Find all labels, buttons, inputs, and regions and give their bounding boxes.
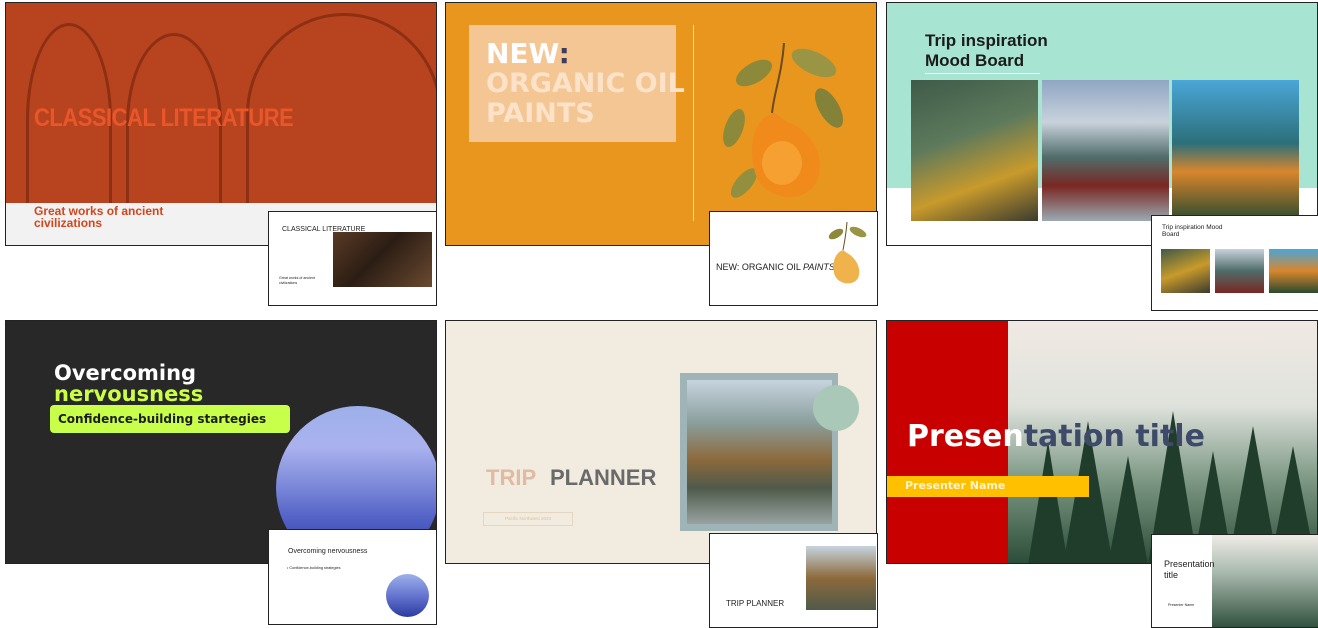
template-organic-oil-paints[interactable]: NEW: ORGANIC OIL PAINTS xyxy=(445,2,877,246)
pear-illustration-icon xyxy=(828,221,867,284)
thumbnail-organic-oil-paints[interactable]: NEW: ORGANIC OIL PAINTS xyxy=(709,211,878,306)
slide-title-word1: TRIP xyxy=(486,465,537,490)
decorative-circle xyxy=(813,385,859,431)
divider xyxy=(693,25,694,221)
thumb-bullet: • Confidence-building strategies xyxy=(287,566,341,570)
template-overcoming-nervousness[interactable]: Overcoming nervousness Confidence-buildi… xyxy=(5,320,437,564)
thumb-forest-image xyxy=(1212,535,1318,627)
thumbnail-presentation-title[interactable]: Presentation title Presenter Name xyxy=(1151,534,1318,628)
thumb-photo xyxy=(1215,249,1264,293)
presenter-name: Presenter Name xyxy=(905,479,1006,492)
thumb-title: Presentation title xyxy=(1164,559,1215,580)
template-trip-planner[interactable]: TRIP PLANNER Pacific Northwest 2023 xyxy=(445,320,877,564)
thumb-photo xyxy=(806,546,876,610)
title-underline xyxy=(925,73,1040,74)
slide-title-line2: nervousness xyxy=(54,382,204,406)
photo-hiker-stream xyxy=(687,380,832,524)
slide-title-word2: PLANNER xyxy=(550,465,657,490)
slide-title: Trip inspiration Mood Board xyxy=(925,31,1048,70)
slide-subtitle: Pacific Northwest 2023 xyxy=(483,512,573,526)
thumb-presenter: Presenter Name xyxy=(1168,603,1195,607)
slide-subtitle: Confidence-building startegies xyxy=(58,412,267,426)
thumb-title: TRIP PLANNER xyxy=(726,599,785,608)
photo-mountain-lake xyxy=(1042,80,1169,221)
title-part1: Presen xyxy=(907,419,1024,454)
thumb-circle-image xyxy=(386,574,429,617)
thumbnail-trip-planner[interactable]: TRIP PLANNER xyxy=(709,533,878,628)
thumbnail-trip-inspiration[interactable]: Trip inspiration Mood Board xyxy=(1151,215,1318,311)
thumb-title: NEW: ORGANIC OIL PAINTS xyxy=(716,262,835,272)
pear-illustration-icon xyxy=(723,42,843,198)
slide-title-new: NEW: xyxy=(486,39,570,69)
slide-title: CLASSICAL LITERATURE xyxy=(34,103,294,132)
thumbnail-classical-literature[interactable]: CLASSICAL LITERATURE Great works of anci… xyxy=(268,211,437,306)
thumb-title: Trip inspiration Mood Board xyxy=(1162,224,1223,238)
slide-subtitle: Great works of ancient civilizations xyxy=(34,204,164,230)
template-classical-literature[interactable]: CLASSICAL LITERATURE Great works of anci… xyxy=(5,2,437,246)
photo-hiker-waterfall xyxy=(911,80,1038,221)
thumb-photo xyxy=(1269,249,1318,293)
template-trip-inspiration[interactable]: Trip inspiration Mood Board xyxy=(886,2,1318,246)
thumb-title-text: NEW: ORGANIC OIL xyxy=(716,262,804,272)
thumb-image xyxy=(333,232,432,287)
thumbnail-overcoming-nervousness[interactable]: Overcoming nervousness • Confidence-buil… xyxy=(268,529,437,625)
slide-title-line1: Overcoming xyxy=(54,361,197,385)
thumb-photo xyxy=(1161,249,1210,293)
slide-title: Presentation title xyxy=(907,419,1205,454)
title-part2: tation title xyxy=(1023,419,1205,454)
slide-title: ORGANIC OIL PAINTS xyxy=(486,68,685,129)
title-colon: : xyxy=(558,37,570,70)
thumb-title: Overcoming nervousness xyxy=(288,548,368,555)
title-prefix: NEW xyxy=(486,37,559,70)
photo-a-frame-cabin xyxy=(1172,80,1299,221)
thumb-subtitle: Great works of ancient civilizations xyxy=(279,276,315,285)
template-presentation-title[interactable]: Presentation title Presenter Name xyxy=(886,320,1318,564)
